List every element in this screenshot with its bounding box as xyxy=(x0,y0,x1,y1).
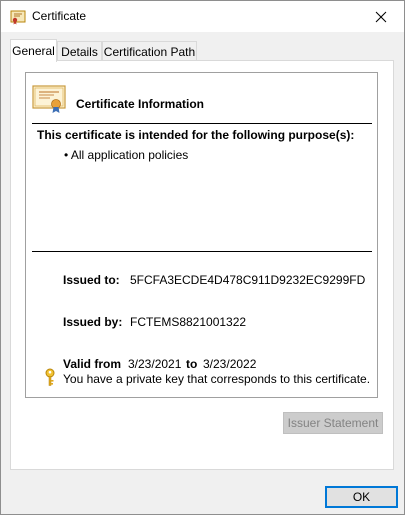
valid-to-value: 3/23/2022 xyxy=(203,357,257,371)
tab-details[interactable]: Details xyxy=(57,41,102,61)
general-tab-panel: Certificate Information This certificate… xyxy=(10,60,394,470)
ok-button[interactable]: OK xyxy=(325,486,398,508)
tab-general-label: General xyxy=(12,44,55,58)
ok-button-label: OK xyxy=(352,490,371,504)
issued-to-label: Issued to: xyxy=(63,273,120,287)
valid-from-value: 3/23/2021 xyxy=(128,357,182,371)
issued-to-value: 5FCFA3ECDE4D478C911D9232EC9299FD xyxy=(130,273,366,287)
divider-bottom xyxy=(32,251,372,252)
certificate-large-icon xyxy=(32,84,66,114)
divider-top xyxy=(32,123,372,124)
key-icon xyxy=(43,368,57,386)
title-bar: Certificate xyxy=(1,1,404,32)
tab-certification-path[interactable]: Certification Path xyxy=(102,41,197,61)
purpose-heading: This certificate is intended for the fol… xyxy=(37,128,355,142)
close-icon xyxy=(375,11,387,22)
valid-from-label: Valid from xyxy=(63,357,122,371)
window-title: Certificate xyxy=(32,9,87,23)
tab-details-label: Details xyxy=(61,44,98,59)
close-button[interactable] xyxy=(358,1,404,32)
issuer-statement-button[interactable]: Issuer Statement xyxy=(283,412,383,434)
issued-by-label: Issued by: xyxy=(63,315,123,329)
tab-general[interactable]: General xyxy=(10,39,57,62)
purpose-list-item: • All application policies xyxy=(64,148,189,162)
issued-by-value: FCTEMS8821001322 xyxy=(130,315,247,329)
certificate-icon xyxy=(10,9,26,25)
valid-to-label: to xyxy=(186,357,198,371)
private-key-note: You have a private key that corresponds … xyxy=(63,372,371,386)
tab-certification-path-label: Certification Path xyxy=(103,44,196,59)
certificate-dialog: Certificate General Details Certificatio… xyxy=(0,0,405,515)
certificate-info-title: Certificate Information xyxy=(76,97,205,111)
certificate-info-box: Certificate Information This certificate… xyxy=(25,72,378,398)
